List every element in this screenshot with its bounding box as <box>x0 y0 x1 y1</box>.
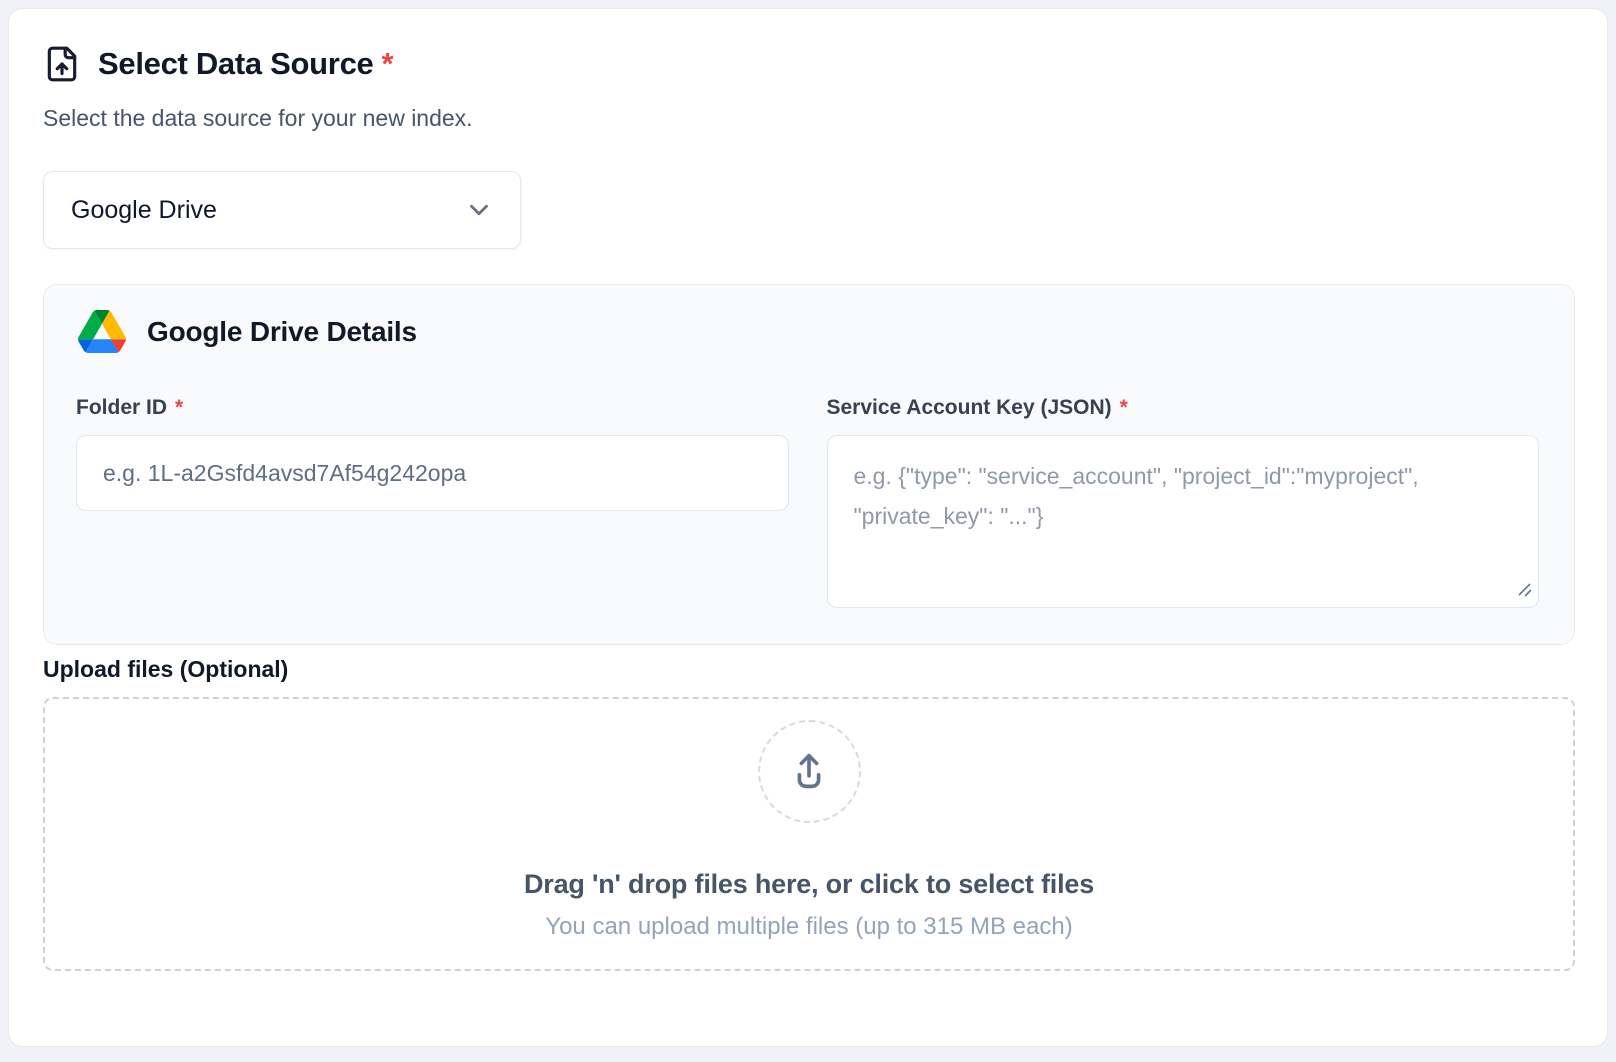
folder-id-input[interactable] <box>76 435 789 511</box>
folder-id-label-text: Folder ID <box>76 396 167 420</box>
data-source-select[interactable]: Google Drive <box>43 171 521 249</box>
page-subtitle: Select the data source for your new inde… <box>43 105 1573 132</box>
service-account-key-label-text: Service Account Key (JSON) <box>827 396 1112 420</box>
service-account-key-label: Service Account Key (JSON) * <box>827 396 1540 420</box>
file-up-icon <box>43 45 81 83</box>
page-title: Select Data Source * <box>98 46 393 82</box>
required-asterisk: * <box>381 46 393 82</box>
panel-header: Google Drive Details <box>78 310 1539 353</box>
upload-circle <box>758 720 861 823</box>
google-drive-details-panel: Google Drive Details Folder ID * Service… <box>43 284 1575 645</box>
folder-id-label: Folder ID * <box>76 396 789 420</box>
folder-id-field: Folder ID * <box>76 396 789 608</box>
select-data-source-card: Select Data Source * Select the data sou… <box>8 8 1608 1047</box>
data-source-selected-value: Google Drive <box>71 196 217 225</box>
google-drive-logo-icon <box>78 310 126 353</box>
service-account-key-textarea[interactable] <box>827 435 1540 608</box>
file-dropzone[interactable]: Drag 'n' drop files here, or click to se… <box>43 697 1575 971</box>
dropzone-subtitle: You can upload multiple files (up to 315… <box>545 913 1072 941</box>
chevron-down-icon <box>464 195 494 225</box>
upload-icon <box>786 749 832 795</box>
panel-title: Google Drive Details <box>147 316 417 348</box>
service-account-key-textarea-wrap <box>827 435 1540 608</box>
upload-files-label: Upload files (Optional) <box>43 656 1573 683</box>
drive-fields: Folder ID * Service Account Key (JSON) * <box>76 396 1539 608</box>
required-asterisk: * <box>1120 396 1128 420</box>
required-asterisk: * <box>175 396 183 420</box>
resize-handle-icon[interactable] <box>1516 581 1532 597</box>
page-title-text: Select Data Source <box>98 46 373 82</box>
dropzone-title: Drag 'n' drop files here, or click to se… <box>524 869 1094 900</box>
service-account-key-field: Service Account Key (JSON) * <box>827 396 1540 608</box>
section-header: Select Data Source * <box>43 45 1573 83</box>
